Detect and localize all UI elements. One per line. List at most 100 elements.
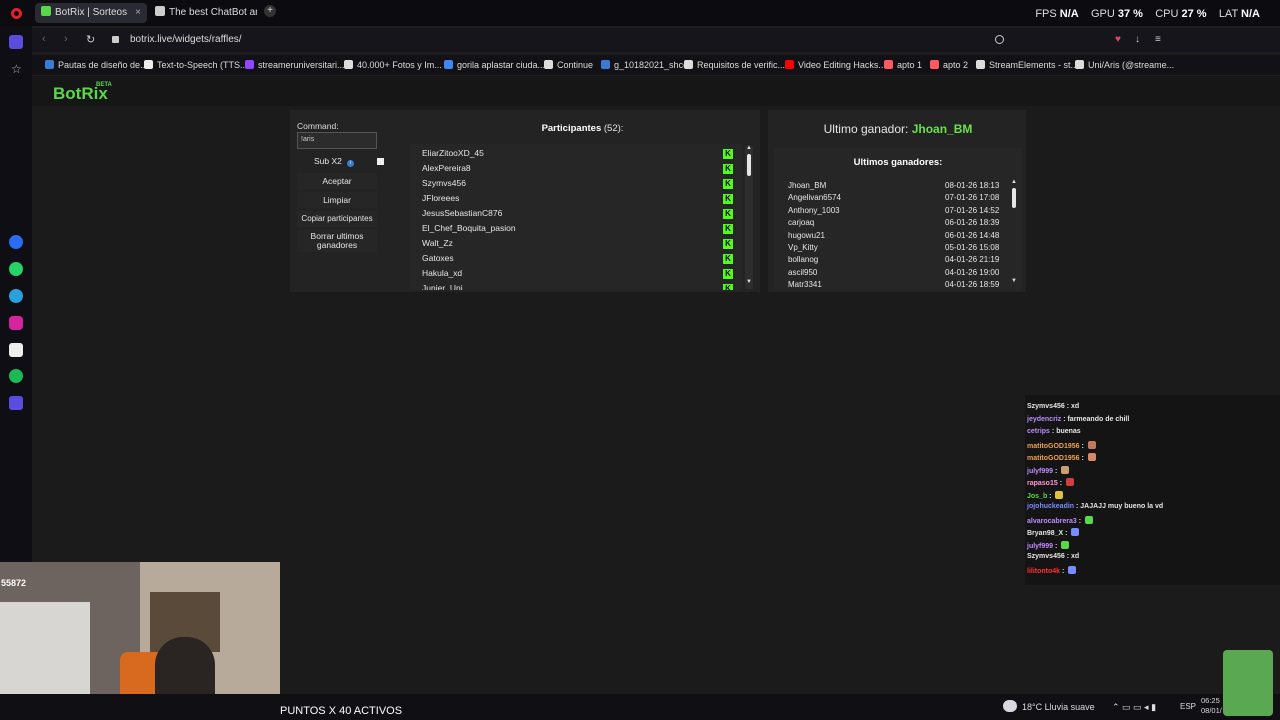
url-text[interactable]: botrix.live/widgets/raffles/ [130, 34, 242, 45]
participants-heading: Participantes (52): [410, 123, 755, 134]
command-input[interactable]: !aris [297, 132, 377, 149]
tab-chatbot[interactable]: The best ChatBot and Wid [149, 3, 257, 23]
spotify-icon[interactable] [9, 369, 23, 383]
chat-username[interactable]: julyf999 [1027, 468, 1053, 475]
bookmark-item[interactable]: apto 2 [930, 60, 968, 70]
bookmark-item[interactable]: streameruniversitari... [245, 60, 345, 70]
back-icon[interactable]: ‹ [42, 33, 46, 45]
winner-date: 06-01-26 18:39 [945, 218, 1000, 228]
bookmark-label: Requisitos de verific... [697, 60, 786, 70]
last-winner-name: Jhoan_BM [911, 122, 973, 136]
winner-date: 05-01-26 15:08 [945, 243, 1000, 252]
chat-message: matitoGOD1956 : [1027, 453, 1096, 462]
search-icon[interactable] [995, 35, 1004, 44]
forward-icon[interactable]: › [64, 33, 68, 45]
scroll-up-icon[interactable]: ▲ [1011, 179, 1017, 185]
accept-button[interactable]: Aceptar [297, 173, 377, 189]
system-clock[interactable]: 06:25 08/01/ [1201, 696, 1222, 716]
chat-username[interactable]: Bryan98_X [1027, 530, 1063, 537]
last-winner: Ultimo ganador: Jhoan_BM [772, 122, 1024, 136]
stream-ticker: PUNTOS X 40 ACTIVOS [280, 705, 403, 717]
chat-username[interactable]: Szymvs456 [1027, 553, 1065, 560]
chat-message: jeydencriz : farmeando de chill [1027, 416, 1129, 423]
messenger-icon[interactable] [9, 235, 23, 249]
x-icon[interactable] [9, 343, 23, 357]
chat-username[interactable]: rapaso15 [1027, 480, 1058, 487]
bookmark-favicon-icon [785, 60, 794, 69]
whatsapp-icon[interactable] [9, 262, 23, 276]
winners-title: Ultimos ganadores: [853, 157, 943, 168]
scroll-thumb[interactable] [747, 154, 751, 176]
scroll-down-icon[interactable]: ▼ [1011, 278, 1017, 284]
winner-name: hugowu21 [788, 230, 825, 240]
scroll-thumb[interactable] [1012, 188, 1016, 208]
chat-username[interactable]: matitoGOD1956 [1027, 455, 1080, 462]
chat-username[interactable]: alvarocabrera3 [1027, 518, 1077, 525]
heart-icon[interactable]: ♥ [1115, 35, 1121, 45]
menu-icon[interactable]: ≡ [1155, 35, 1161, 45]
chat-username[interactable]: lilitonto4k [1027, 568, 1060, 575]
chat-username[interactable]: Jos_b [1027, 493, 1047, 500]
telegram-icon[interactable] [9, 289, 23, 303]
kick-platform-icon: K [723, 149, 733, 159]
chat-username[interactable]: matitoGOD1956 [1027, 443, 1080, 450]
chat-username[interactable]: jeydencriz [1027, 416, 1061, 423]
weather-text[interactable]: 18°C Lluvia suave [1022, 702, 1095, 712]
bookmark-favicon-icon [884, 60, 893, 69]
bookmark-favicon-icon [144, 60, 153, 69]
info-icon[interactable]: i [346, 160, 354, 167]
bookmark-label: Text-to-Speech (TTS... [157, 60, 248, 70]
chat-text: : xd [1064, 553, 1080, 560]
bookmark-item[interactable]: Video Editing Hacks... [785, 60, 886, 70]
bookmark-item[interactable]: Requisitos de verific... [684, 60, 785, 70]
chat-username[interactable]: cetrips [1027, 428, 1050, 435]
home-icon[interactable] [9, 35, 23, 49]
chat-message: Bryan98_X : [1027, 528, 1080, 537]
delete-winners-button[interactable]: Borrar ultimos ganadores [297, 230, 377, 252]
tab-botrix-sorteos[interactable]: BotRix | Sorteos × [35, 3, 147, 23]
new-tab-button[interactable]: + [264, 5, 276, 17]
player-icon[interactable] [9, 396, 23, 410]
bookmark-label: Continue [557, 60, 594, 70]
bookmark-item[interactable]: 40.000+ Fotos y Im... [344, 60, 442, 70]
chat-emote-icon [1071, 528, 1080, 536]
language-indicator[interactable]: ESP [1180, 702, 1196, 711]
close-tab-icon[interactable]: × [135, 3, 141, 23]
reload-icon[interactable]: ↻ [86, 33, 95, 46]
instagram-icon[interactable] [9, 316, 23, 330]
chat-message: julyf999 : [1027, 465, 1070, 475]
tab-favicon-icon [41, 6, 51, 16]
chat-text: : buenas [1049, 428, 1081, 435]
opera-logo-icon[interactable] [11, 8, 22, 19]
winners-list[interactable]: Ultimos ganadores: Jhoan_BM 08-01-26 18:1… [774, 148, 1022, 290]
star-icon[interactable]: ☆ [11, 62, 22, 76]
bookmark-item[interactable]: Pautas de diseño de... [45, 60, 148, 70]
clear-button[interactable]: Limpiar [297, 192, 377, 208]
winners-scrollbar[interactable]: ▲ ▼ [1010, 179, 1018, 287]
bookmark-item[interactable]: apto 1 [884, 60, 922, 70]
chat-message: alvarocabrera3 : [1027, 515, 1094, 525]
participant-name: Szymvs456 [422, 178, 466, 188]
bookmark-item[interactable]: g_10182021_shcc [601, 60, 688, 70]
chat-emote-icon [1055, 490, 1064, 499]
participants-scrollbar[interactable]: ▲ ▼ [745, 145, 753, 289]
tray-icons[interactable]: ⌃ ▭ ▭ ◂ ▮ [1112, 702, 1156, 713]
scroll-down-icon[interactable]: ▼ [746, 279, 752, 285]
participants-list[interactable]: EliarZitooXD_45 K AlexPereira8 K Szymvs456 K J… [410, 144, 742, 290]
bookmark-item[interactable]: Continue [544, 60, 593, 70]
chat-username[interactable]: julyf999 [1027, 543, 1053, 550]
last-winner-label: Ultimo ganador: [823, 122, 909, 136]
bookmark-item[interactable]: gorila aplastar ciuda... [444, 60, 545, 70]
bookmark-item[interactable]: Text-to-Speech (TTS... [144, 60, 248, 70]
chat-username[interactable]: jojohuckeadin [1027, 503, 1074, 510]
weather-icon [1003, 700, 1017, 712]
scroll-up-icon[interactable]: ▲ [746, 145, 752, 151]
download-icon[interactable]: ↓ [1135, 35, 1140, 45]
sub-checkbox[interactable] [377, 158, 384, 165]
chat-username[interactable]: Szymvs456 [1027, 403, 1065, 410]
bookmark-item[interactable]: StreamElements - st... [976, 60, 1078, 70]
command-label: Command: [297, 121, 339, 131]
sub-multiplier-row: Sub X2 i [297, 156, 387, 167]
bookmark-item[interactable]: Uni/Aris (@streame... [1075, 60, 1174, 70]
copy-participants-button[interactable]: Copiar participantes [297, 211, 377, 227]
